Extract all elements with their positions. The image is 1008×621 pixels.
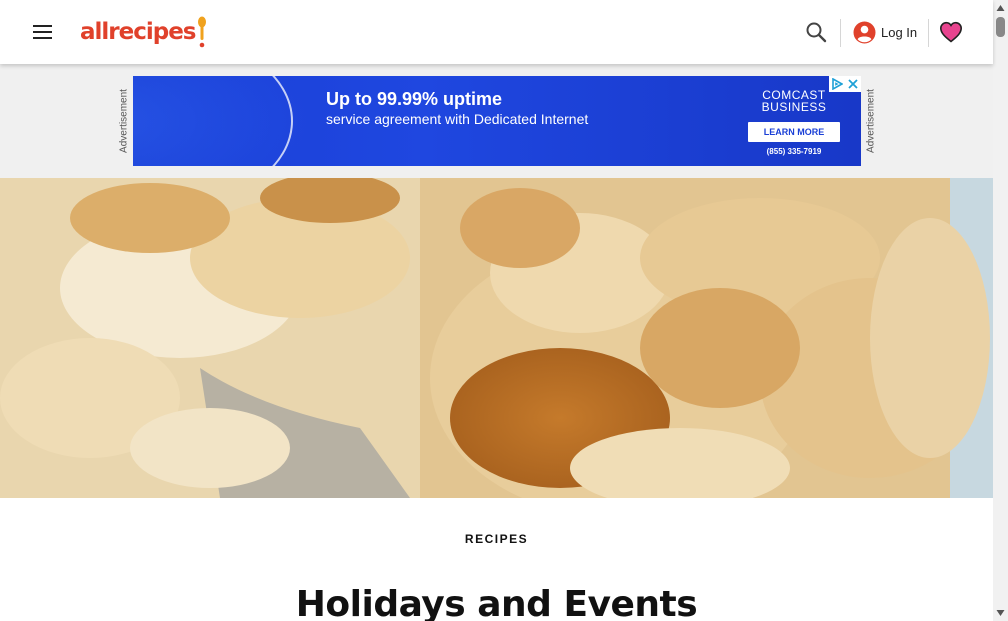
scroll-thumb[interactable] xyxy=(996,17,1005,37)
scroll-down-icon[interactable] xyxy=(996,609,1005,617)
ad-arc xyxy=(133,76,293,166)
hero-image xyxy=(0,178,993,498)
ad-label: Advertisement xyxy=(118,89,130,153)
site-header: allrecipes Log In xyxy=(0,0,993,64)
close-icon[interactable] xyxy=(845,76,861,92)
search-icon[interactable] xyxy=(805,21,827,43)
spoon-icon xyxy=(197,16,206,48)
ad-choices[interactable] xyxy=(829,76,861,92)
login-label: Log In xyxy=(881,24,918,40)
ad-subline: service agreement with Dedicated Interne… xyxy=(326,111,589,127)
site-logo[interactable]: allrecipes xyxy=(80,15,207,49)
menu-icon[interactable] xyxy=(33,24,54,40)
logo-text: allrecipes xyxy=(80,19,197,45)
page-title: Holidays and Events xyxy=(295,584,698,621)
ad-brand: COMCAST BUSINESS xyxy=(749,89,839,113)
ad-choices-icon[interactable] xyxy=(829,76,845,92)
page-eyebrow[interactable]: RECIPES xyxy=(0,532,993,546)
divider xyxy=(840,19,841,47)
user-icon xyxy=(853,21,876,43)
heart-icon[interactable] xyxy=(939,20,963,44)
login-button[interactable]: Log In xyxy=(853,20,917,44)
scroll-up-icon[interactable] xyxy=(996,4,1005,12)
ad-learn-more-button[interactable]: LEARN MORE xyxy=(748,122,840,142)
ad-phone: (855) 335-7919 xyxy=(766,147,822,156)
ad-banner[interactable]: Up to 99.99% uptime service agreement wi… xyxy=(133,76,861,166)
ad-headline: Up to 99.99% uptime xyxy=(326,89,503,109)
divider xyxy=(928,19,929,47)
ad-brand-line: BUSINESS xyxy=(761,100,827,114)
apple-pie-image xyxy=(0,178,993,498)
ad-label: Advertisement xyxy=(865,89,877,153)
scrollbar[interactable] xyxy=(993,0,1008,621)
